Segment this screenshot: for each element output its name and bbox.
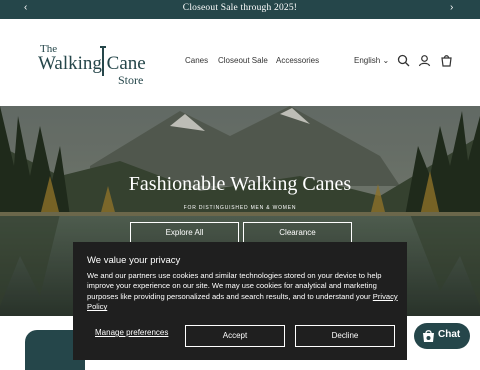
search-icon[interactable] — [397, 54, 410, 67]
hero-subtitle: FOR DISTINGUISHED MEN & WOMEN — [183, 205, 297, 211]
chevron-right-icon[interactable]: › — [450, 2, 453, 13]
cookie-body: We and our partners use cookies and simi… — [87, 271, 382, 301]
nav-canes[interactable]: Canes — [185, 56, 208, 65]
language-label: English — [354, 56, 381, 65]
cookie-text: We and our partners use cookies and simi… — [87, 271, 399, 313]
announcement-bar: ‹ Closeout Sale through 2025! › — [0, 0, 480, 19]
cane-icon — [100, 46, 106, 76]
accept-button[interactable]: Accept — [185, 325, 285, 347]
chevron-down-icon: ⌄ — [382, 56, 390, 65]
cookie-banner: We value your privacy We and our partner… — [73, 242, 407, 360]
site-header: The Walking Cane Store Canes Closeout Sa… — [0, 19, 480, 107]
logo-line-3: Store — [118, 73, 144, 87]
chat-label: Chat — [438, 329, 461, 340]
nav-accessories[interactable]: Accessories — [276, 56, 319, 65]
shopping-bag-icon — [423, 330, 434, 342]
manage-preferences-link[interactable]: Manage preferences — [95, 328, 168, 337]
store-logo[interactable]: The Walking Cane Store — [38, 43, 154, 89]
announcement-message[interactable]: Closeout Sale through 2025! — [0, 3, 480, 13]
hero-title: Fashionable Walking Canes — [128, 173, 352, 195]
explore-all-button[interactable]: Explore All — [130, 222, 239, 244]
logo-line-2: Walking Cane — [38, 53, 146, 74]
cookie-title: We value your privacy — [87, 255, 181, 266]
shopify-chat-button[interactable]: Chat — [414, 323, 470, 349]
cart-icon[interactable] — [440, 54, 453, 67]
account-icon[interactable] — [418, 54, 431, 67]
clearance-button[interactable]: Clearance — [243, 222, 352, 244]
decline-button[interactable]: Decline — [295, 325, 395, 347]
nav-closeout-sale[interactable]: Closeout Sale — [218, 56, 268, 65]
language-selector[interactable]: English ⌄ — [354, 56, 389, 65]
